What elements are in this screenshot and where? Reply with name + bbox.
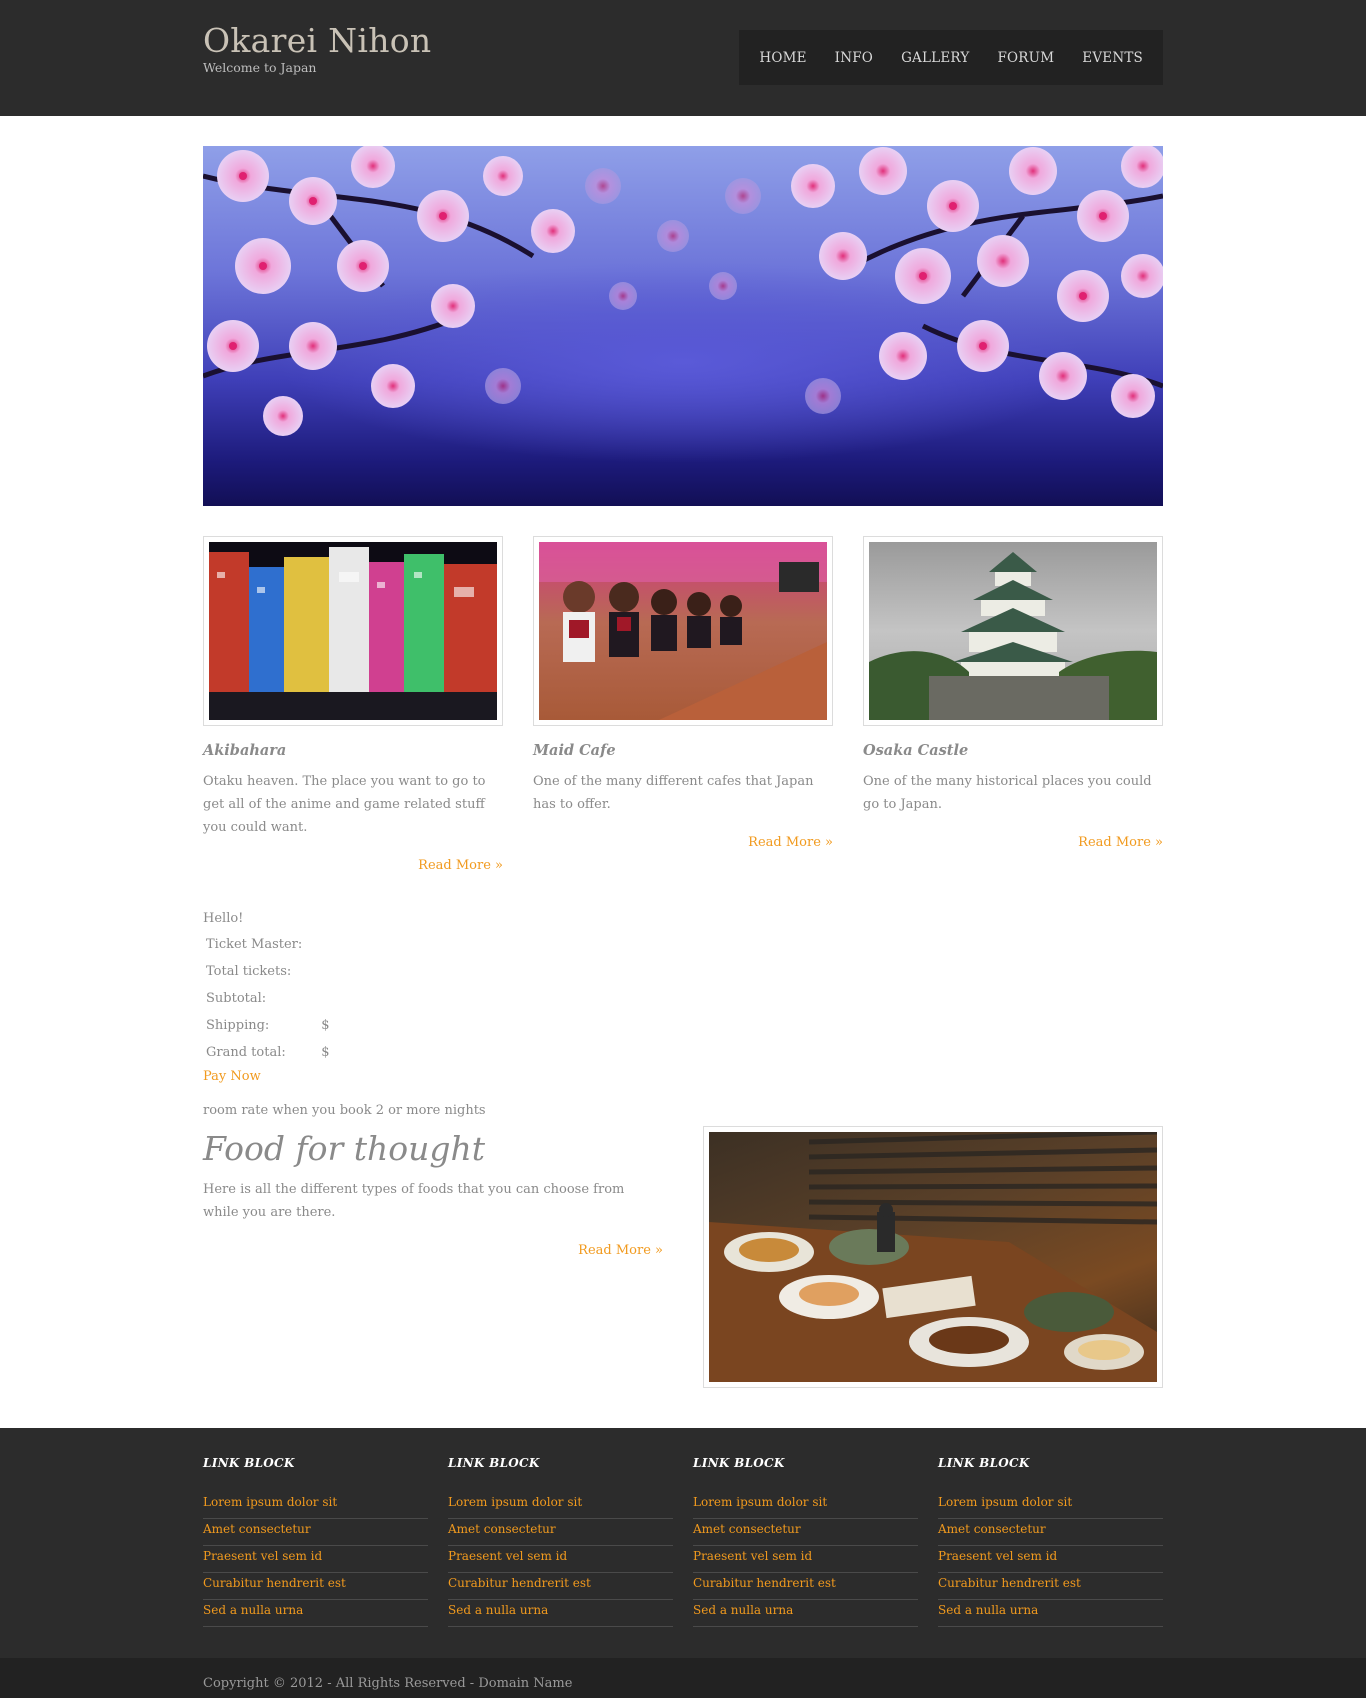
feature-text: One of the many different cafes that Jap… xyxy=(533,774,814,812)
food-photo xyxy=(709,1132,1157,1382)
footer-link[interactable]: Curabitur hendrerit est xyxy=(938,1573,1163,1600)
feature-text: Otaku heaven. The place you want to go t… xyxy=(203,774,486,835)
footer-link[interactable]: Lorem ipsum dolor sit xyxy=(693,1492,918,1519)
food-text: Here is all the different types of foods… xyxy=(203,1182,625,1220)
ticket-table: Ticket Master: Total tickets: Subtotal: … xyxy=(203,931,333,1066)
read-more-link[interactable]: Read More » xyxy=(748,835,833,850)
footer-link[interactable]: Praesent vel sem id xyxy=(938,1546,1163,1573)
footer-link[interactable]: Praesent vel sem id xyxy=(693,1546,918,1573)
footer-column: LINK BLOCK Lorem ipsum dolor sit Amet co… xyxy=(938,1456,1163,1627)
ticket-value: $ xyxy=(321,1018,330,1033)
footer-heading: LINK BLOCK xyxy=(448,1456,540,1470)
feature-akihabara: Akibahara Otaku heaven. The place you wa… xyxy=(203,536,503,873)
ticket-row: Ticket Master: xyxy=(203,931,333,958)
copyright-text: Copyright © 2012 - All Rights Reserved -… xyxy=(203,1676,573,1691)
footer-link[interactable]: Curabitur hendrerit est xyxy=(203,1573,428,1600)
footer-link[interactable]: Amet consectetur xyxy=(938,1519,1163,1546)
feature-thumb[interactable] xyxy=(533,536,833,726)
ticket-value xyxy=(305,931,332,958)
read-more-link[interactable]: Read More » xyxy=(1078,835,1163,850)
footer-link[interactable]: Amet consectetur xyxy=(448,1519,673,1546)
copyright-bar: Copyright © 2012 - All Rights Reserved -… xyxy=(0,1658,1366,1698)
nav-info[interactable]: INFO xyxy=(821,50,887,66)
footer-column: LINK BLOCK Lorem ipsum dolor sit Amet co… xyxy=(693,1456,918,1627)
maid-cafe-photo xyxy=(539,542,827,720)
feature-list: Akibahara Otaku heaven. The place you wa… xyxy=(203,536,1163,873)
nav-home[interactable]: HOME xyxy=(745,50,820,66)
ticket-value: $ xyxy=(321,1045,330,1060)
nav-events[interactable]: EVENTS xyxy=(1068,50,1157,66)
footer-link[interactable]: Lorem ipsum dolor sit xyxy=(203,1492,428,1519)
ticket-label: Ticket Master: xyxy=(206,937,303,952)
ticket-row: Total tickets: xyxy=(203,958,333,985)
ticket-summary: Hello! Ticket Master: Total tickets: Sub… xyxy=(203,909,1163,1118)
feature-maid-cafe: Maid Cafe One of the many different cafe… xyxy=(533,536,833,873)
footer-heading: LINK BLOCK xyxy=(938,1456,1030,1470)
ticket-row: Shipping: $ xyxy=(203,1012,333,1039)
footer-columns: LINK BLOCK Lorem ipsum dolor sit Amet co… xyxy=(203,1428,1163,1627)
room-rate-text: room rate when you book 2 or more nights xyxy=(203,1103,486,1118)
feature-osaka-castle: Osaka Castle One of the many historical … xyxy=(863,536,1163,873)
nav-gallery[interactable]: GALLERY xyxy=(887,50,983,66)
ticket-value xyxy=(305,985,332,1012)
food-thumb[interactable] xyxy=(703,1126,1163,1388)
nav-forum[interactable]: FORUM xyxy=(983,50,1068,66)
footer-link[interactable]: Amet consectetur xyxy=(693,1519,918,1546)
main-nav: HOME INFO GALLERY FORUM EVENTS xyxy=(739,30,1163,85)
feature-title: Akibahara xyxy=(203,742,287,759)
footer-link[interactable]: Sed a nulla urna xyxy=(938,1600,1163,1627)
site-title[interactable]: Okarei Nihon xyxy=(203,22,431,60)
read-more-link[interactable]: Read More » xyxy=(418,858,503,873)
ticket-label: Shipping: xyxy=(206,1018,270,1033)
footer-link[interactable]: Praesent vel sem id xyxy=(448,1546,673,1573)
footer-column: LINK BLOCK Lorem ipsum dolor sit Amet co… xyxy=(203,1456,428,1627)
site-tagline: Welcome to Japan xyxy=(203,60,317,75)
site-header: Okarei Nihon Welcome to Japan HOME INFO … xyxy=(0,0,1366,116)
feature-thumb[interactable] xyxy=(203,536,503,726)
footer-link[interactable]: Amet consectetur xyxy=(203,1519,428,1546)
feature-title: Maid Cafe xyxy=(533,742,616,759)
ticket-row: Grand total: $ xyxy=(203,1039,333,1066)
footer-link[interactable]: Praesent vel sem id xyxy=(203,1546,428,1573)
footer-link[interactable]: Sed a nulla urna xyxy=(203,1600,428,1627)
site-footer: LINK BLOCK Lorem ipsum dolor sit Amet co… xyxy=(0,1428,1366,1658)
akihabara-photo xyxy=(209,542,497,720)
footer-link[interactable]: Lorem ipsum dolor sit xyxy=(938,1492,1163,1519)
footer-link[interactable]: Curabitur hendrerit est xyxy=(693,1573,918,1600)
feature-text: One of the many historical places you co… xyxy=(863,774,1152,812)
footer-link[interactable]: Lorem ipsum dolor sit xyxy=(448,1492,673,1519)
food-section: Food for thought Here is all the differe… xyxy=(203,1126,1163,1388)
footer-column: LINK BLOCK Lorem ipsum dolor sit Amet co… xyxy=(448,1456,673,1627)
logo[interactable]: Okarei Nihon Welcome to Japan xyxy=(203,22,431,76)
pay-now-link[interactable]: Pay Now xyxy=(203,1069,1163,1084)
food-title: Food for thought xyxy=(203,1129,486,1168)
read-more-link[interactable]: Read More » xyxy=(578,1243,663,1258)
cherry-blossom-banner xyxy=(203,146,1163,506)
footer-heading: LINK BLOCK xyxy=(203,1456,295,1470)
footer-heading: LINK BLOCK xyxy=(693,1456,785,1470)
cherry-blossom-image xyxy=(203,146,1163,436)
ticket-row: Subtotal: xyxy=(203,985,333,1012)
feature-title: Osaka Castle xyxy=(863,742,969,759)
ticket-label: Grand total: xyxy=(206,1045,286,1060)
footer-link[interactable]: Curabitur hendrerit est xyxy=(448,1573,673,1600)
greeting: Hello! xyxy=(203,911,244,926)
ticket-label: Total tickets: xyxy=(206,964,292,979)
feature-thumb[interactable] xyxy=(863,536,1163,726)
osaka-castle-photo xyxy=(869,542,1157,720)
footer-link[interactable]: Sed a nulla urna xyxy=(693,1600,918,1627)
ticket-label: Subtotal: xyxy=(206,991,267,1006)
footer-link[interactable]: Sed a nulla urna xyxy=(448,1600,673,1627)
ticket-value xyxy=(305,958,332,985)
